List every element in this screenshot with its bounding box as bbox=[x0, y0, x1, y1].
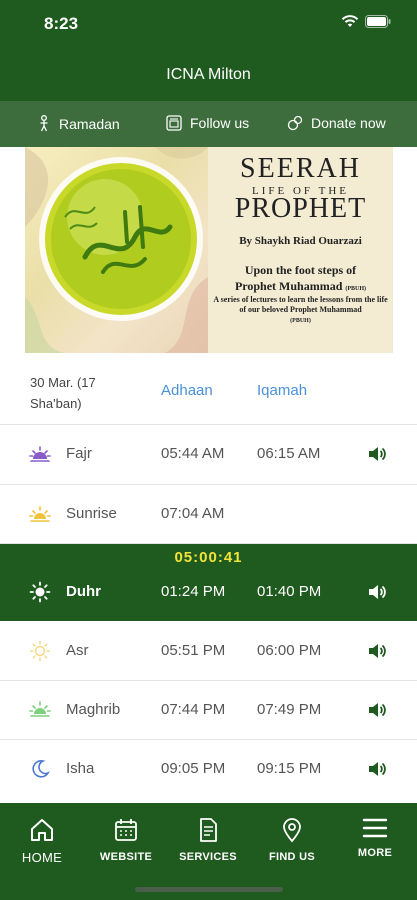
banner-description-pbuh: (PBUH) bbox=[290, 318, 311, 324]
prayer-row-duhr[interactable]: 05:00:41 Duhr 01:24 PM 01:40 PM bbox=[0, 544, 417, 621]
donate-now-label: Donate now bbox=[311, 115, 386, 131]
iqamah-time: 06:00 PM bbox=[257, 642, 322, 659]
seerah-banner[interactable]: SEERAH LIFE OF THE PROPHET By Shaykh Ria… bbox=[25, 147, 393, 353]
calligraphy-panel bbox=[25, 147, 208, 353]
document-icon bbox=[200, 818, 217, 842]
banner-subtitle-pbuh: (PBUH) bbox=[345, 286, 367, 292]
banner-subtitle-2: Prophet Muhammad (PBUH) bbox=[208, 279, 393, 294]
wifi-icon bbox=[341, 15, 359, 27]
tab-services[interactable]: SERVICES bbox=[166, 817, 250, 863]
person-icon bbox=[40, 115, 48, 132]
quick-actions-bar: Ramadan Follow us Donate now bbox=[0, 101, 417, 147]
location-pin-icon bbox=[283, 818, 301, 843]
prayer-row-sunrise[interactable]: Sunrise 07:04 AM bbox=[0, 485, 417, 544]
iqamah-header: Iqamah bbox=[257, 382, 308, 399]
iqamah-time: 01:40 PM bbox=[257, 583, 322, 600]
status-icons bbox=[341, 15, 391, 28]
app-header: 8:23 ICNA Milton bbox=[0, 0, 417, 101]
home-icon bbox=[31, 819, 53, 841]
tab-website-label: WEBSITE bbox=[99, 851, 153, 863]
prayer-name: Duhr bbox=[66, 583, 101, 600]
next-prayer-countdown: 05:00:41 bbox=[174, 549, 243, 566]
ramadan-label: Ramadan bbox=[59, 115, 120, 132]
ramadan-button[interactable]: Ramadan bbox=[37, 115, 120, 132]
status-time: 8:23 bbox=[44, 14, 79, 33]
prayer-row-isha[interactable]: Isha 09:05 PM 09:15 PM bbox=[0, 740, 417, 803]
banner-title-seerah: SEERAH bbox=[240, 153, 361, 184]
adhaan-time: 07:44 PM bbox=[161, 701, 226, 718]
banner-description: A series of lectures to learn the lesson… bbox=[213, 295, 388, 314]
adhaan-time: 05:51 PM bbox=[161, 642, 226, 659]
adhaan-time: 05:44 AM bbox=[161, 445, 225, 462]
adhaan-time: 09:05 PM bbox=[161, 760, 226, 777]
app-title: ICNA Milton bbox=[166, 66, 251, 83]
iqamah-time: 09:15 PM bbox=[257, 760, 322, 777]
speaker-icon[interactable] bbox=[367, 760, 387, 778]
adhaan-header: Adhaan bbox=[161, 382, 213, 399]
muhammad-calligraphy-image bbox=[25, 147, 208, 353]
donate-now-button[interactable]: Donate now bbox=[287, 115, 386, 131]
moon-icon bbox=[32, 760, 50, 778]
sun-icon bbox=[29, 581, 51, 603]
sunset-icon bbox=[29, 701, 51, 717]
fajr-icon bbox=[29, 446, 51, 462]
iqamah-time: 07:49 PM bbox=[257, 701, 322, 718]
banner-title-prophet: PROPHET bbox=[234, 193, 367, 224]
prayer-name: Maghrib bbox=[66, 701, 121, 718]
speaker-icon[interactable] bbox=[367, 701, 387, 719]
seerah-title-panel: SEERAH LIFE OF THE PROPHET By Shaykh Ria… bbox=[208, 147, 393, 353]
prayer-name: Fajr bbox=[66, 445, 92, 462]
banner-byline: By Shaykh Riad Ouarzazi bbox=[239, 235, 362, 247]
banner-description-block: A series of lectures to learn the lesson… bbox=[212, 295, 389, 326]
tab-home[interactable]: HOME bbox=[0, 817, 84, 865]
battery-icon bbox=[365, 15, 391, 28]
follow-us-button[interactable]: Follow us bbox=[166, 115, 249, 131]
prayer-row-fajr[interactable]: Fajr 05:44 AM 06:15 AM bbox=[0, 425, 417, 485]
prayer-row-maghrib[interactable]: Maghrib 07:44 PM 07:49 PM bbox=[0, 681, 417, 740]
tab-website[interactable]: WEBSITE bbox=[84, 817, 168, 863]
asr-sun-icon bbox=[29, 640, 51, 662]
prayer-name: Isha bbox=[66, 760, 95, 777]
tab-more[interactable]: MORE bbox=[333, 817, 417, 859]
calendar-icon bbox=[115, 819, 137, 841]
prayer-row-asr[interactable]: Asr 05:51 PM 06:00 PM bbox=[0, 621, 417, 681]
banner-subtitle-1: Upon the foot steps of bbox=[244, 263, 357, 277]
prayer-name: Asr bbox=[66, 642, 89, 659]
adhaan-time: 01:24 PM bbox=[161, 583, 226, 600]
social-icon bbox=[166, 115, 182, 131]
home-indicator bbox=[135, 887, 283, 892]
tab-more-label: MORE bbox=[357, 847, 393, 859]
speaker-icon[interactable] bbox=[367, 642, 387, 660]
schedule-header: 30 Mar. (17 Sha'ban) Adhaan Iqamah bbox=[0, 353, 417, 425]
tab-services-label: SERVICES bbox=[179, 851, 237, 863]
donate-icon bbox=[287, 115, 303, 131]
adhaan-time: 07:04 AM bbox=[161, 505, 225, 522]
tab-find-us[interactable]: FIND US bbox=[250, 817, 334, 863]
menu-icon bbox=[362, 818, 388, 838]
bottom-tab-bar: HOME WEBSITE SERVICES FIND US MORE bbox=[0, 803, 417, 900]
speaker-icon[interactable] bbox=[367, 445, 387, 463]
prayer-name: Sunrise bbox=[66, 505, 117, 522]
speaker-icon[interactable] bbox=[367, 583, 387, 601]
tab-home-label: HOME bbox=[21, 850, 63, 865]
follow-us-label: Follow us bbox=[190, 115, 250, 131]
sunrise-icon bbox=[29, 506, 51, 522]
banner-subtitle-2-text: Prophet Muhammad bbox=[234, 279, 343, 293]
hijri-date: 30 Mar. (17 Sha'ban) bbox=[30, 375, 96, 411]
tab-find-us-label: FIND US bbox=[268, 851, 316, 863]
iqamah-time: 06:15 AM bbox=[257, 445, 321, 462]
